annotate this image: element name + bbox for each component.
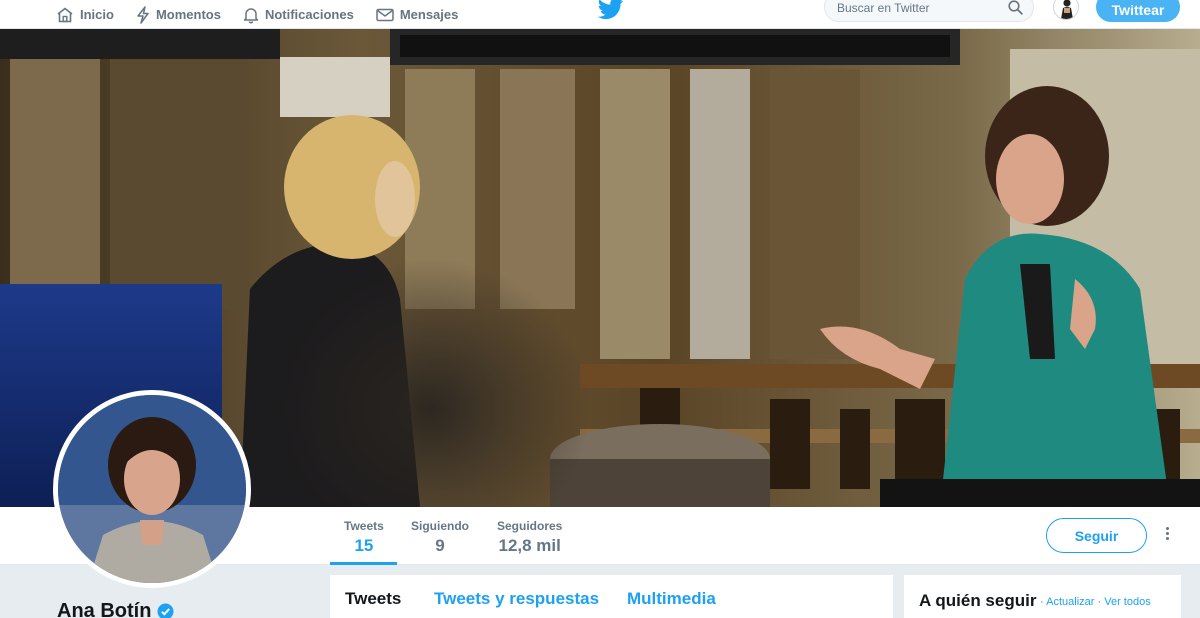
top-navigation-bar: Inicio Momentos Notificaciones Mensajes [0, 0, 1200, 29]
stat-tweets[interactable]: Tweets 15 [344, 519, 384, 556]
nav-home-label: Inicio [80, 7, 114, 22]
refresh-link[interactable]: Actualizar [1046, 596, 1094, 608]
profile-avatar[interactable] [53, 390, 251, 588]
tab-tweets[interactable]: Tweets [345, 589, 401, 609]
who-to-follow-card: A quién seguir · Actualizar · Ver todos [904, 575, 1181, 618]
main-nav: Inicio Momentos Notificaciones Mensajes [56, 0, 480, 29]
nav-home[interactable]: Inicio [56, 0, 114, 29]
nav-moments[interactable]: Momentos [136, 0, 221, 29]
search-box [824, 0, 1034, 22]
stat-following-label: Siguiendo [411, 519, 469, 533]
account-avatar[interactable] [1053, 0, 1079, 20]
lightning-icon [136, 5, 150, 24]
verified-badge-icon [157, 603, 174, 618]
nav-messages[interactable]: Mensajes [376, 0, 459, 29]
stat-followers-label: Seguidores [497, 519, 563, 533]
stat-tweets-value: 15 [354, 536, 374, 555]
profile-name: Ana Botín [57, 600, 174, 618]
stat-followers[interactable]: Seguidores 12,8 mil [497, 519, 562, 556]
search-input[interactable] [837, 1, 997, 15]
view-all-link[interactable]: Ver todos [1104, 596, 1150, 608]
stat-followers-value: 12,8 mil [498, 536, 561, 555]
follow-button[interactable]: Seguir [1046, 518, 1147, 553]
more-options-icon[interactable] [1160, 525, 1174, 547]
profile-name-text: Ana Botín [57, 600, 152, 618]
timeline-tabs: Tweets Tweets y respuestas Multimedia [330, 575, 893, 618]
who-to-follow-title: A quién seguir [919, 591, 1037, 610]
separator: · [1097, 596, 1102, 608]
nav-messages-label: Mensajes [399, 7, 459, 22]
who-to-follow-links: · Actualizar · Ver todos [1040, 596, 1151, 608]
stat-tweets-label: Tweets [344, 519, 384, 533]
tab-media[interactable]: Multimedia [627, 589, 716, 609]
twitter-bird-icon[interactable] [597, 0, 624, 20]
envelope-icon [376, 8, 394, 22]
nav-notifications-label: Notificaciones [264, 7, 354, 22]
stat-following-value: 9 [435, 536, 445, 555]
search-icon[interactable] [1008, 0, 1023, 20]
home-icon [56, 6, 74, 23]
tweet-button[interactable]: Twittear [1096, 0, 1180, 22]
stat-following[interactable]: Siguiendo 9 [411, 519, 469, 556]
nav-notifications[interactable]: Notificaciones [243, 0, 354, 29]
tab-tweets-and-replies[interactable]: Tweets y respuestas [434, 589, 599, 609]
separator: · [1040, 596, 1044, 608]
active-stat-indicator [330, 562, 397, 565]
bell-icon [243, 6, 259, 24]
nav-moments-label: Momentos [155, 7, 221, 22]
